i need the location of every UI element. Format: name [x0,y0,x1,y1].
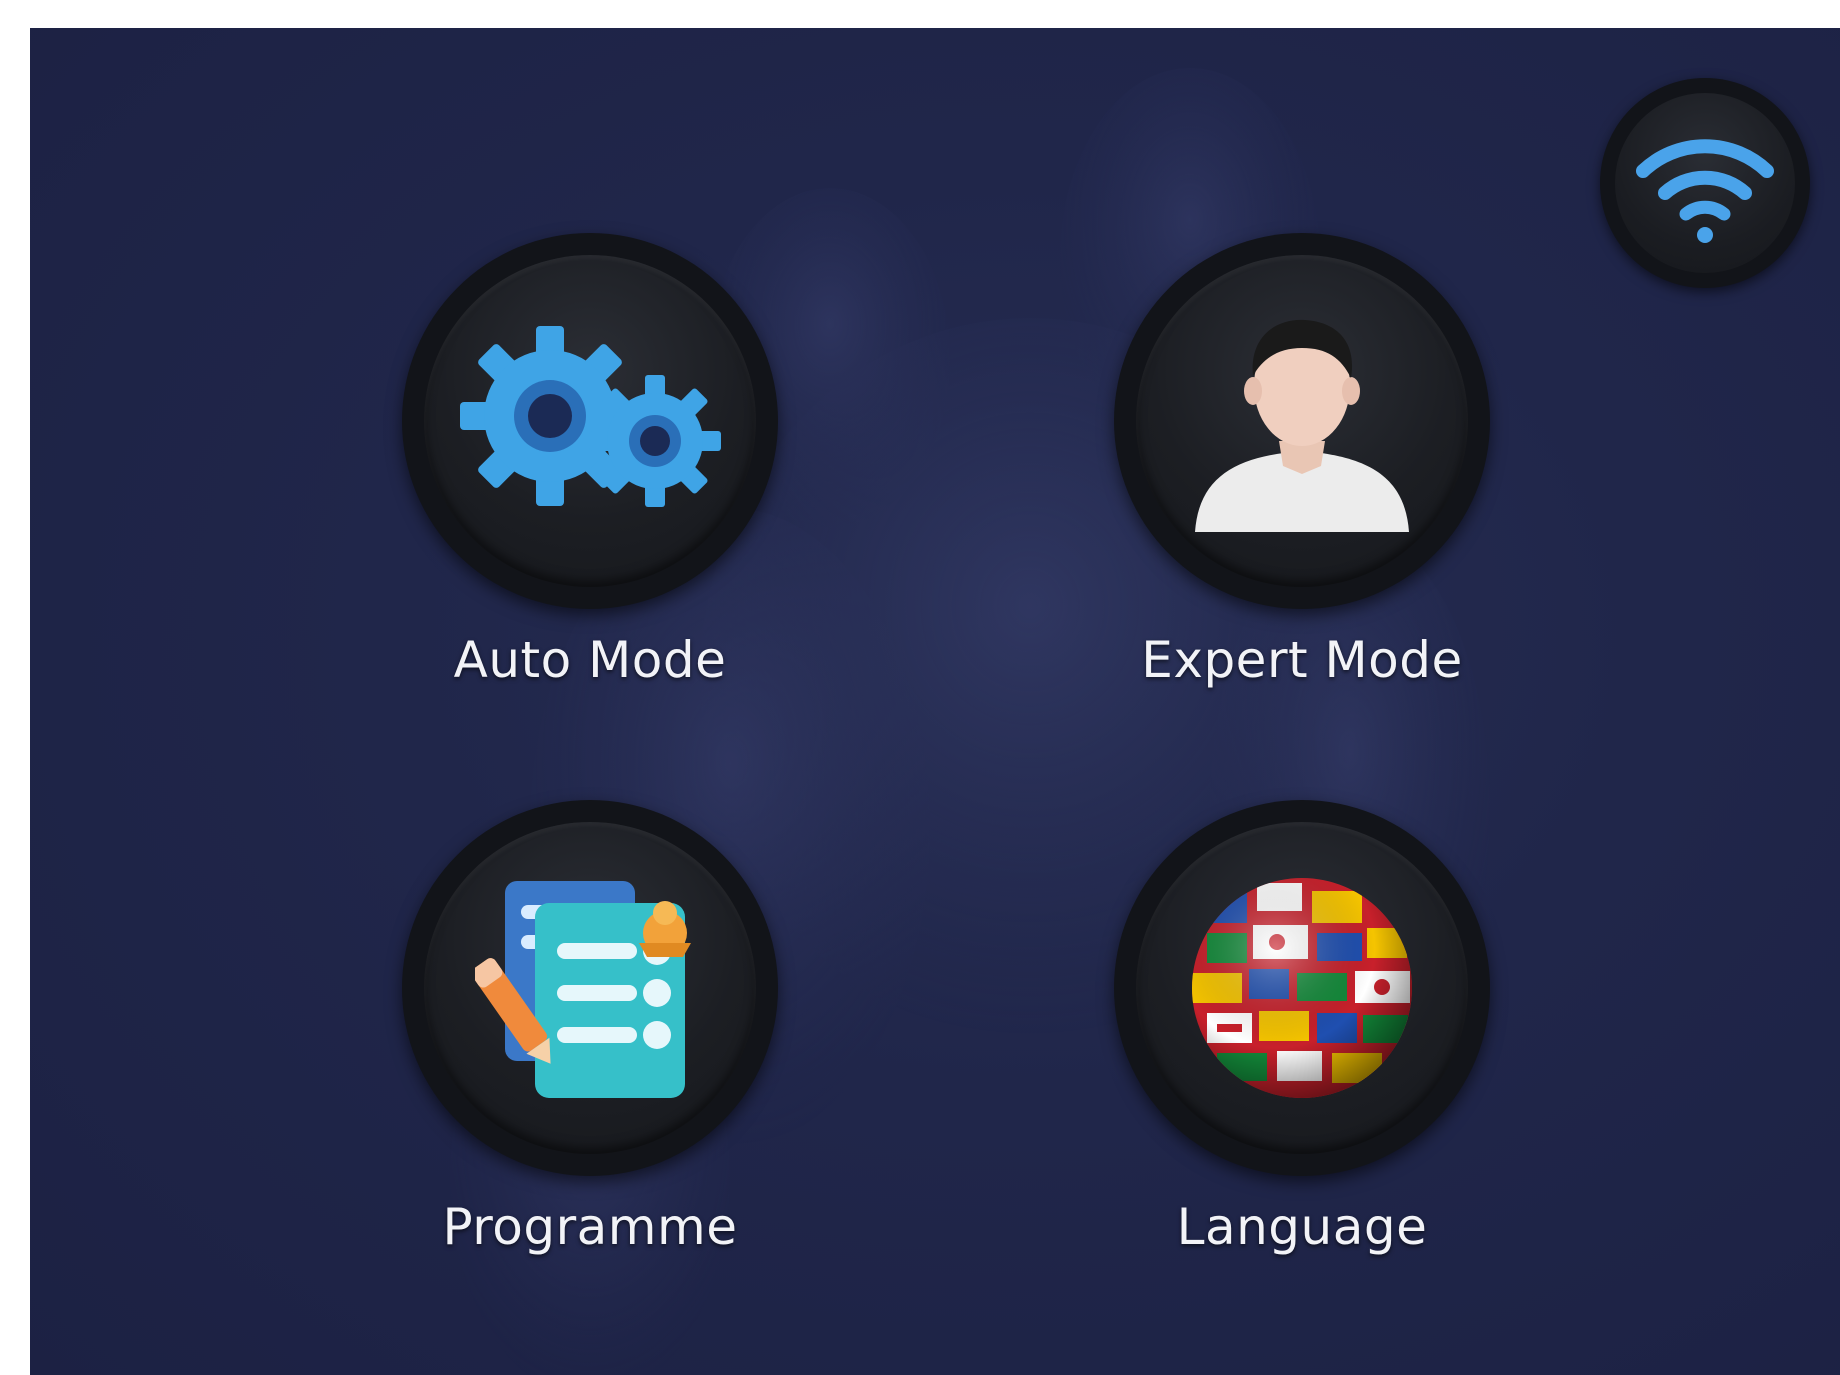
language-button-face [1136,822,1468,1154]
language-label: Language [1176,1198,1428,1256]
gears-icon [460,326,721,507]
main-menu-screen: Auto Mode Expert Mode Programme Language [30,28,1840,1375]
programme-label: Programme [442,1198,738,1256]
auto-mode-tile[interactable]: Auto Mode [400,233,780,689]
wifi-icon [1636,139,1774,243]
auto-mode-button-face [424,255,756,587]
language-button[interactable] [1114,800,1490,1176]
programme-button[interactable] [402,800,778,1176]
checklist-icon [475,881,691,1098]
wifi-button[interactable] [1600,78,1810,288]
expert-mode-button[interactable] [1114,233,1490,609]
auto-mode-label: Auto Mode [453,631,727,689]
globe-flags-icon [1192,878,1412,1098]
person-icon [1195,319,1409,532]
expert-mode-tile[interactable]: Expert Mode [1112,233,1492,689]
programme-tile[interactable]: Programme [400,800,780,1256]
auto-mode-button[interactable] [402,233,778,609]
wifi-button-face [1615,93,1795,273]
expert-mode-button-face [1136,255,1468,587]
background-image [450,68,1490,1375]
language-tile[interactable]: Language [1112,800,1492,1256]
expert-mode-label: Expert Mode [1141,631,1463,689]
programme-button-face [424,822,756,1154]
